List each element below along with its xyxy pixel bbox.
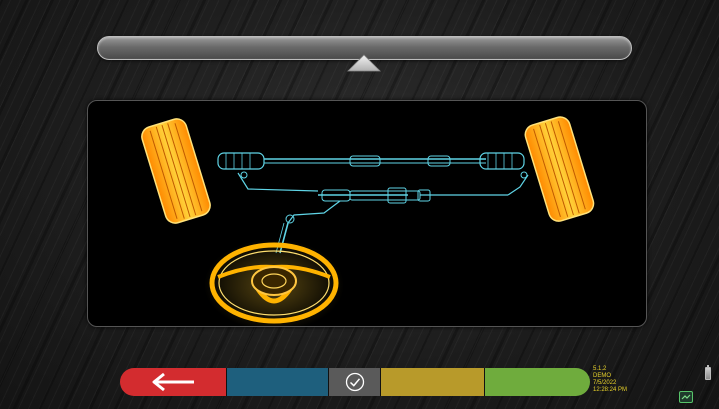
confirm-button[interactable] — [328, 368, 380, 396]
checkmark-circle-icon — [345, 372, 364, 392]
mode-label: DEMO — [593, 373, 611, 379]
status-info: 5.1.2 DEMO 7/5/2022 12:28:24 PM — [593, 366, 627, 394]
upper-tie-rod — [217, 152, 525, 170]
date-label: 7/5/2022 — [593, 380, 617, 386]
toolbar-button-5[interactable] — [484, 368, 590, 396]
left-front-tire — [141, 118, 211, 224]
steering-diagram-viewport — [87, 100, 647, 327]
toolbar-button-4[interactable] — [380, 368, 484, 396]
right-front-tire — [524, 116, 595, 222]
bottom-toolbar — [120, 368, 590, 396]
back-button[interactable] — [120, 368, 226, 396]
toolbar-button-2[interactable] — [226, 368, 328, 396]
steering-rack — [237, 171, 529, 204]
triangle-up-icon[interactable] — [347, 54, 381, 72]
network-icon[interactable] — [679, 391, 693, 403]
battery-icon — [705, 365, 711, 380]
steering-system-diagram — [141, 116, 595, 326]
arrow-left-icon — [152, 372, 194, 392]
time-label: 12:28:24 PM — [593, 387, 628, 393]
steering-wheel — [204, 239, 344, 326]
software-version: 5.1.2 — [593, 366, 607, 372]
